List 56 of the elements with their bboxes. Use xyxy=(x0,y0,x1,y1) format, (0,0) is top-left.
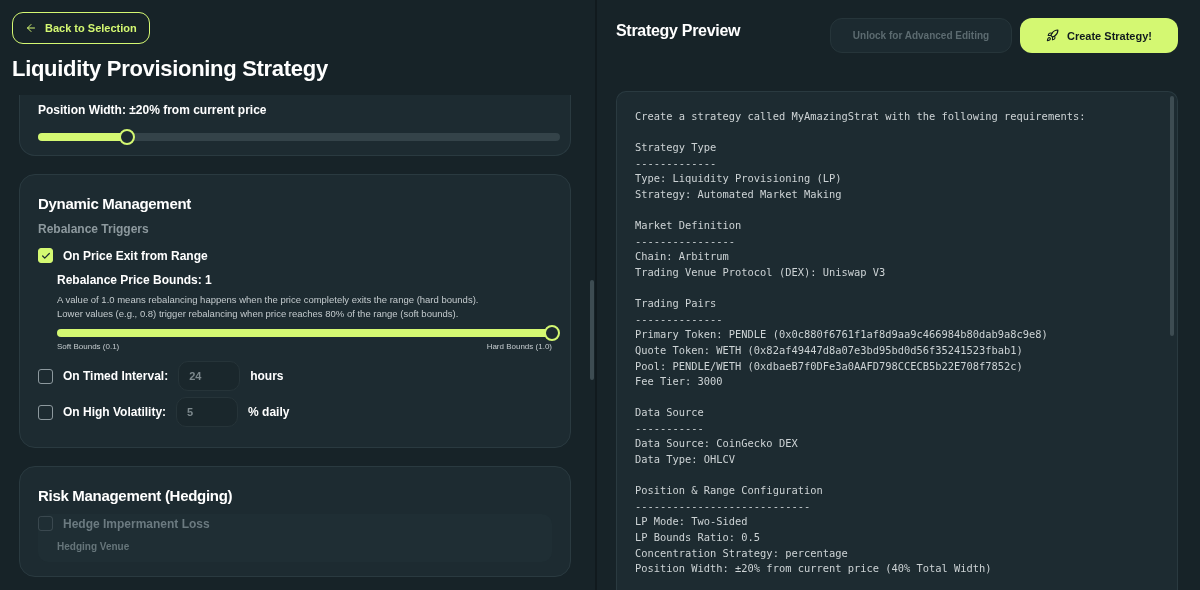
section-heading: Market Definition xyxy=(635,218,743,234)
slider-thumb[interactable] xyxy=(544,325,560,341)
preview-line: Pool: PENDLE/WETH (0xdbaeB7f0DFe3a0AAFD798CCECB5b22E708f7852c) xyxy=(635,358,1024,374)
back-button[interactable]: Back to Selection xyxy=(12,12,150,44)
checkbox[interactable] xyxy=(38,368,53,384)
preview-line: LP Bounds Ratio: 0.5 xyxy=(635,530,762,546)
max-label: Hard Bounds (1.0) xyxy=(486,342,552,351)
unit-label: % daily xyxy=(248,405,290,419)
unit-label: hours xyxy=(250,369,284,383)
preview-line: Create a strategy called MyAmazingStrat with the following requirements: xyxy=(635,109,1087,124)
preview-line: Trading Venue Protocol (DEX): Uniswap V3 xyxy=(635,264,887,280)
section-heading: Position & Range Configuration xyxy=(635,483,824,499)
preview-line: Strategy: Automated Market Making xyxy=(635,186,843,202)
bounds-label: Rebalance Price Bounds: 1 xyxy=(57,273,213,287)
section-rule: ---------------------------- xyxy=(635,498,812,514)
preview-line: Data Type: OHLCV xyxy=(635,452,737,468)
section-heading: Trading Pairs xyxy=(635,296,718,312)
section-subtitle: Rebalance Triggers xyxy=(38,222,150,236)
section-rule: ---------------- xyxy=(635,233,737,249)
preview-title: Strategy Preview xyxy=(616,22,741,40)
min-label: Soft Bounds (0.1) xyxy=(57,342,120,351)
section-rule: ----------- xyxy=(635,420,705,436)
trigger-label: On Timed Interval: xyxy=(63,369,169,383)
number-input[interactable]: 24 xyxy=(178,361,241,391)
trigger-label: On Price Exit from Range xyxy=(63,248,208,263)
number-input[interactable]: 5 xyxy=(176,397,239,427)
preview-line: Position Width: ±20% from current price (40% Total Width) xyxy=(635,561,993,577)
checkbox[interactable] xyxy=(38,404,53,420)
preview-line: Quote Token: WETH (0x82af49447d8a07e3bd95bd0d56f35241523fbab1) xyxy=(635,342,1024,358)
section-rule: -------------- xyxy=(635,311,724,327)
arrow-left-icon xyxy=(25,22,37,34)
trigger-label: On High Volatility: xyxy=(63,405,167,419)
section-heading: Data Source xyxy=(635,405,705,421)
rocket-icon xyxy=(1046,29,1059,42)
scrollbar[interactable] xyxy=(1170,96,1174,336)
preview-line: Type: Liquidity Provisioning (LP) xyxy=(635,171,843,187)
venue-label: Hedging Venue xyxy=(56,541,131,552)
position-width-label: Position Width: ±20% from current price xyxy=(38,103,268,117)
hedge-label: Hedge Impermanent Loss xyxy=(63,516,210,531)
preview-line: Chain: Arbitrum xyxy=(635,249,730,265)
preview-line: Primary Token: PENDLE (0x0c880f6761f1af8d9aa9c466984b80dab9a8c9e8) xyxy=(635,327,1049,343)
preview-line: Concentration Strategy: percentage xyxy=(635,545,849,561)
check-icon xyxy=(40,250,51,261)
help-text: Lower values (e.g., 0.8) trigger rebalancing when price reaches 80% of the range (soft bounds). xyxy=(57,307,460,321)
preview-line: Fee Tier: 3000 xyxy=(635,374,724,390)
help-text: A value of 1.0 means rebalancing happens when the price completely exits the range (hard bounds). xyxy=(57,293,480,307)
section-heading: Strategy Type xyxy=(635,140,718,156)
card-title: Dynamic Management xyxy=(38,195,192,212)
scrollbar[interactable] xyxy=(590,280,594,380)
card-title: Risk Management (Hedging) xyxy=(38,487,234,504)
create-strategy-button[interactable]: Create Strategy! xyxy=(1020,18,1178,53)
page-title: Liquidity Provisioning Strategy xyxy=(12,56,328,82)
preview-line: LP Mode: Two-Sided xyxy=(635,514,749,530)
slider-thumb[interactable] xyxy=(118,129,135,145)
preview-line: Data Source: CoinGecko DEX xyxy=(635,436,799,452)
section-rule: ------------- xyxy=(635,155,718,171)
